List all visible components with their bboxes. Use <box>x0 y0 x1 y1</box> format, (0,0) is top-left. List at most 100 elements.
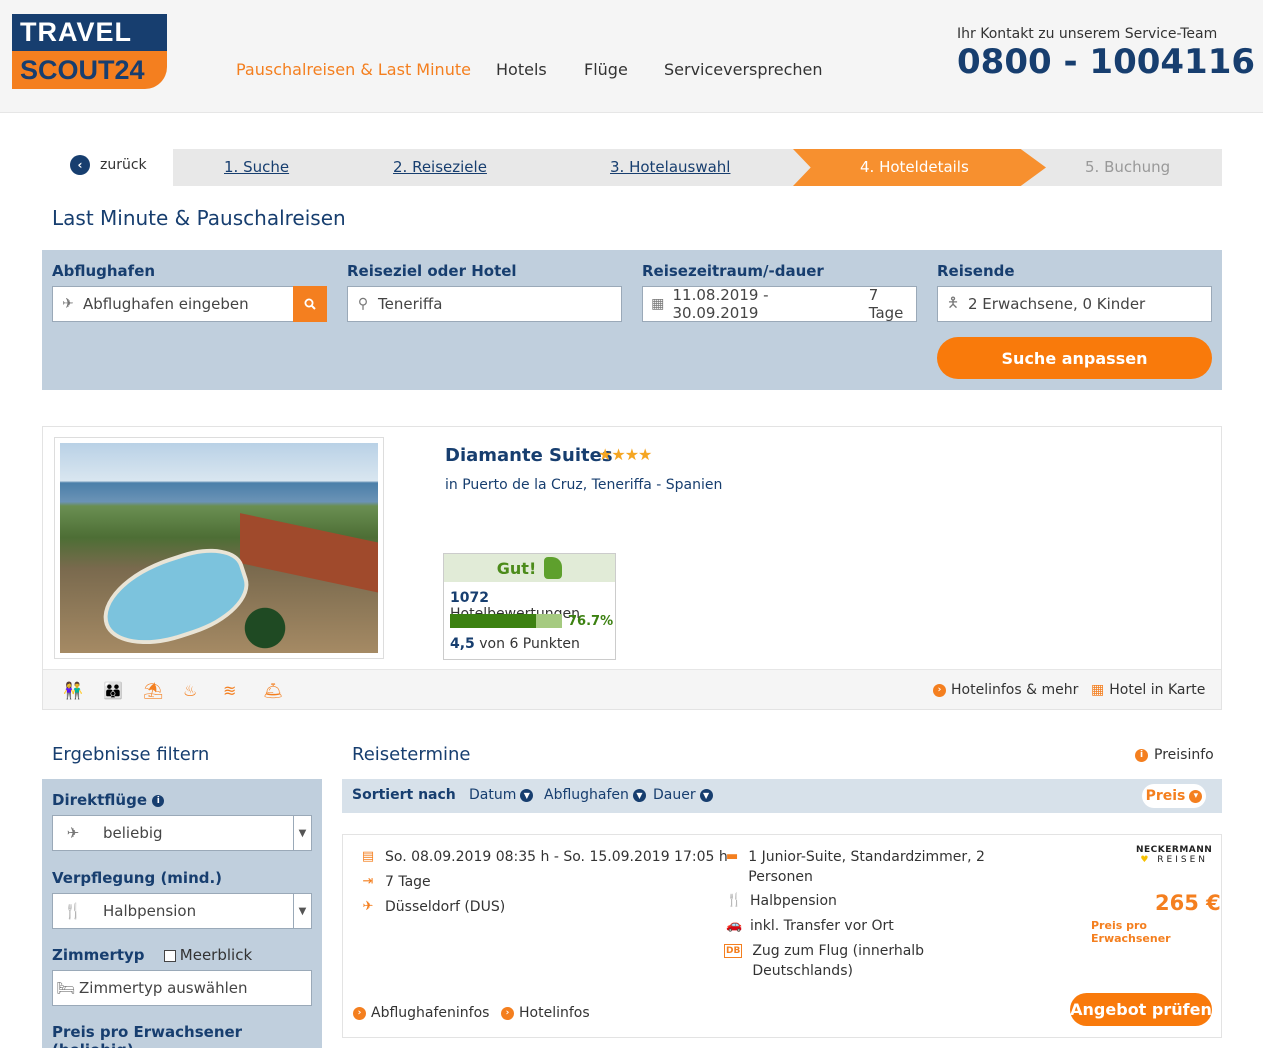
travellers-value: 2 Erwachsene, 0 Kinder <box>968 295 1146 313</box>
board-label: Verpflegung (mind.) <box>52 869 223 887</box>
offer-price: 265 € <box>1155 891 1221 915</box>
photo-roof <box>240 513 378 593</box>
chevron-right-icon: › <box>353 1006 366 1020</box>
step-suche[interactable]: 1. Suche <box>224 149 289 186</box>
travellers-input[interactable]: 🯅 2 Erwachsene, 0 Kinder <box>937 286 1212 322</box>
nav-hotels[interactable]: Hotels <box>496 60 547 79</box>
back-link[interactable]: ‹ zurück <box>70 155 147 175</box>
recommend-bar-fill <box>450 614 536 628</box>
room-type-placeholder: Zimmertyp auswählen <box>79 979 248 997</box>
cutlery-icon: 🍴 <box>63 902 83 920</box>
step-reiseziele[interactable]: 2. Reiseziele <box>393 149 487 186</box>
rating-box[interactable]: Gut! 1072 Hotelbewertungen 76.7% 4,5 von… <box>443 553 616 660</box>
hotel-name[interactable]: Diamante Suites <box>445 445 613 466</box>
sort-abflughafen[interactable]: Abflughafen ▼ <box>544 787 646 803</box>
hotel-location: in Puerto de la Cruz, Teneriffa - Spanie… <box>445 477 723 493</box>
adjust-search-button[interactable]: Suche anpassen <box>937 337 1212 379</box>
calendar-icon: ▤ <box>361 849 375 864</box>
offer-duration: 7 Tage <box>385 874 431 890</box>
site-header: TRAVEL SCOUT24 Pauschalreisen & Last Min… <box>0 0 1263 113</box>
step-hotelauswahl[interactable]: 3. Hotelauswahl <box>610 149 730 186</box>
room-type-input[interactable]: 🛏 Zimmertyp auswählen <box>52 970 312 1006</box>
couple-icon: 👫 <box>63 681 83 700</box>
destination-label: Reiseziel oder Hotel <box>347 262 517 280</box>
offer-dates: So. 08.09.2019 08:35 h - So. 15.09.2019 … <box>385 849 728 865</box>
preisinfo-label: Preisinfo <box>1154 747 1214 763</box>
check-offer-button[interactable]: Angebot prüfen <box>1070 993 1212 1026</box>
date-input[interactable]: ▦ 11.08.2019 - 30.09.2019 7 Tage <box>642 286 917 322</box>
filter-title: Ergebnisse filtern <box>52 744 210 765</box>
destination-input[interactable]: ⚲ Teneriffa <box>347 286 622 322</box>
photo-palm <box>220 593 310 653</box>
car-icon: 🚗 <box>726 918 743 933</box>
contact-phone[interactable]: 0800 - 1004116 <box>957 42 1255 82</box>
person-icon: 🯅 <box>946 295 960 311</box>
filter-panel: Direktflüge i ✈ beliebig ▼ Verpflegung (… <box>42 779 322 1048</box>
sort-abflughafen-label: Abflughafen <box>544 787 629 803</box>
progress-steps: 1. Suche 2. Reiseziele 3. Hotelauswahl 4… <box>173 149 1222 186</box>
sort-datum[interactable]: Datum ▼ <box>469 787 534 803</box>
neckermann-logo: NECKERMANN ♥ REISEN <box>1136 845 1212 865</box>
travelscout24-logo[interactable]: TRAVEL SCOUT24 <box>12 14 167 89</box>
plane-icon: ✈ <box>362 899 374 914</box>
chevron-right-icon: › <box>933 683 946 697</box>
offer-transfer: inkl. Transfer vor Ort <box>750 918 894 934</box>
airport-label: Abflughafen <box>52 262 156 280</box>
beach-icon: ⛱ <box>143 681 164 700</box>
cutlery-icon: 🍴 <box>726 893 743 908</box>
chevron-down-icon: ▾ <box>1189 789 1203 803</box>
review-count-number: 1072 <box>450 590 489 606</box>
hotelinfos-link[interactable]: › Hotelinfos & mehr <box>933 682 1078 698</box>
results-title: Reisetermine <box>352 744 471 765</box>
offer-airport-row: ✈ Düsseldorf (DUS) <box>361 897 506 917</box>
bed-icon: 🛏 <box>56 979 76 997</box>
recommend-pct: 76.7% <box>568 614 614 629</box>
offer-hotelinfos-link[interactable]: › Hotelinfos <box>501 1005 590 1021</box>
offer-train: Zug zum Flug (innerhalb Deutschlands) <box>752 943 925 979</box>
board-select[interactable]: 🍴 Halbpension ▼ <box>52 893 312 929</box>
room-type-text: Zimmertyp <box>52 946 145 964</box>
sort-dauer[interactable]: Dauer ▼ <box>653 787 713 803</box>
direct-flights-text: Direktflüge <box>52 791 148 809</box>
airport-info-link[interactable]: › Abflughafeninfos <box>353 1005 489 1021</box>
board-value: Halbpension <box>103 902 197 920</box>
swimming-icon: ≋ <box>223 681 237 700</box>
seaview-option[interactable]: Meerblick <box>163 946 252 964</box>
date-label: Reisezeitraum/-dauer <box>642 262 824 280</box>
travellers-label: Reisende <box>937 262 1015 280</box>
seaview-checkbox[interactable] <box>163 949 176 962</box>
airport-input[interactable]: ✈ Abflughafen eingeben <box>52 286 294 322</box>
hotel-image[interactable] <box>54 437 384 659</box>
sort-preis[interactable]: Preis ▾ <box>1142 784 1206 808</box>
sort-preis-label: Preis <box>1145 788 1186 804</box>
direct-flights-select[interactable]: ✈ beliebig ▼ <box>52 815 312 851</box>
offer-train-row: DB Zug zum Flug (innerhalb Deutschlands) <box>724 941 954 981</box>
offer-board-row: 🍴 Halbpension <box>726 891 837 911</box>
info-icon[interactable]: i <box>152 794 165 807</box>
brand-top: NECKERMANN <box>1136 845 1213 855</box>
price-filter-label: Preis pro Erwachsener (beliebig) <box>52 1023 243 1048</box>
map-icon: ▦ <box>1091 682 1105 698</box>
chevron-down-icon: ▼ <box>520 788 534 802</box>
nav-serviceversprechen[interactable]: Serviceversprechen <box>664 60 823 79</box>
hotel-map-label: Hotel in Karte <box>1109 682 1206 698</box>
chevron-down-icon: ▼ <box>632 788 646 802</box>
thumbs-up-icon <box>544 557 563 579</box>
search-panel: Abflughafen Reiseziel oder Hotel Reiseze… <box>42 250 1222 390</box>
nav-fluege[interactable]: Flüge <box>584 60 628 79</box>
hotel-map-link[interactable]: ▦ Hotel in Karte <box>1091 682 1205 698</box>
preisinfo-link[interactable]: i Preisinfo <box>1135 747 1214 763</box>
airport-search-button[interactable] <box>293 286 327 322</box>
offer-duration-row: ⇥ 7 Tage <box>361 872 431 892</box>
airport-info-label: Abflughafeninfos <box>371 1005 490 1021</box>
offer-airport: Düsseldorf (DUS) <box>385 899 506 915</box>
nav-pauschalreisen[interactable]: Pauschalreisen & Last Minute <box>236 60 471 79</box>
rating-points-label: von 6 Punkten <box>479 636 580 652</box>
direct-flights-label: Direktflüge i <box>52 791 165 809</box>
sort-dauer-label: Dauer <box>653 787 696 803</box>
duration-icon: ⇥ <box>362 874 374 889</box>
heart-icon: ♥ <box>1140 855 1152 865</box>
offer-hotelinfos-label: Hotelinfos <box>519 1005 590 1021</box>
offer-card: ▤ So. 08.09.2019 08:35 h - So. 15.09.201… <box>342 834 1222 1038</box>
wellness-icon: ♨ <box>183 681 198 700</box>
